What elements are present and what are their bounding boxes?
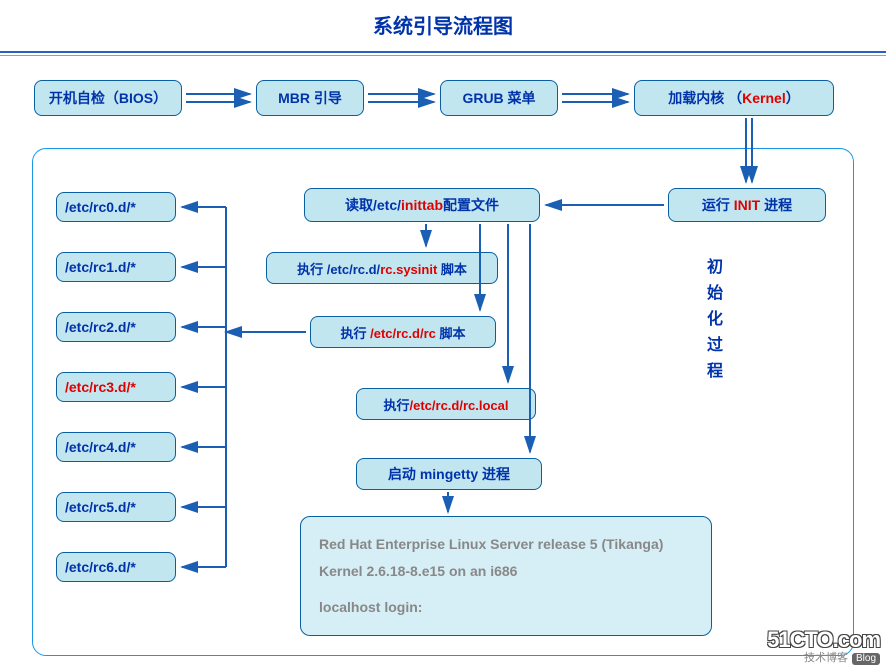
divider bbox=[0, 55, 886, 56]
node-rc1: /etc/rc1.d/* bbox=[56, 252, 176, 282]
node-rc3: /etc/rc3.d/* bbox=[56, 372, 176, 402]
node-kernel: 加载内核 （Kernel） bbox=[634, 80, 834, 116]
node-mingetty: 启动 mingetty 进程 bbox=[356, 458, 542, 490]
divider bbox=[0, 51, 886, 53]
node-bios: 开机自检（BIOS） bbox=[34, 80, 182, 116]
node-rc2: /etc/rc2.d/* bbox=[56, 312, 176, 342]
node-rclocal: 执行/etc/rc.d/rc.local bbox=[356, 388, 536, 420]
stage-label: 初始化过程 bbox=[700, 258, 724, 388]
diagram-title: 系统引导流程图 bbox=[0, 0, 886, 39]
node-rc4: /etc/rc4.d/* bbox=[56, 432, 176, 462]
node-rc6: /etc/rc6.d/* bbox=[56, 552, 176, 582]
node-rc0: /etc/rc0.d/* bbox=[56, 192, 176, 222]
node-rc-script: 执行 /etc/rc.d/rc 脚本 bbox=[310, 316, 496, 348]
node-sysinit: 执行 /etc/rc.d/rc.sysinit 脚本 bbox=[266, 252, 498, 284]
node-mbr: MBR 引导 bbox=[256, 80, 364, 116]
node-run-init: 运行 INIT 进程 bbox=[668, 188, 826, 222]
node-inittab: 读取/etc/inittab配置文件 bbox=[304, 188, 540, 222]
node-grub: GRUB 菜单 bbox=[440, 80, 558, 116]
watermark: 51CTO.com 技术博客Blog bbox=[767, 629, 880, 665]
login-terminal: Red Hat Enterprise Linux Server release … bbox=[300, 516, 712, 636]
node-rc5: /etc/rc5.d/* bbox=[56, 492, 176, 522]
